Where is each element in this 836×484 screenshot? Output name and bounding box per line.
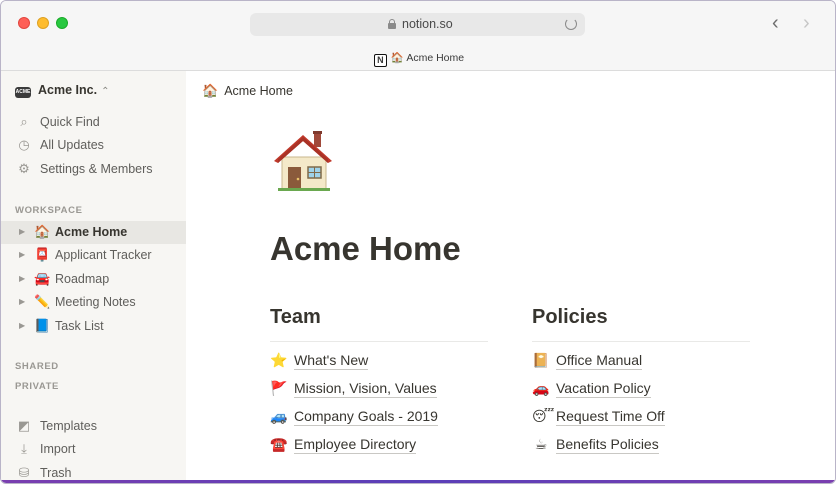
clock-icon: ◷ [18, 137, 30, 152]
sidebar-item-templates[interactable]: ◩ Templates [1, 415, 186, 438]
team-heading: Team [270, 306, 321, 328]
link-label: Company Goals - 2019 [294, 408, 438, 426]
expand-triangle-icon[interactable]: ▶ [19, 227, 25, 236]
link-benefits-policies[interactable]: ☕ Benefits Policies [532, 436, 659, 458]
workspace-name: Acme Inc. [38, 83, 98, 97]
download-icon: ⤓ [21, 441, 27, 456]
private-heading: PRIVATE [15, 381, 59, 392]
address-bar[interactable]: notion.so [250, 13, 585, 36]
sidebar-page-label: Roadmap [55, 272, 110, 286]
sidebar-item-label: All Updates [40, 138, 104, 152]
telephone-icon: ☎️ [270, 436, 288, 452]
house-icon: 🏠 [34, 224, 51, 239]
sidebar-page-roadmap[interactable]: ▶ 🚘 Roadmap [1, 268, 186, 291]
link-label: Benefits Policies [556, 436, 659, 454]
zoom-window-button[interactable] [56, 17, 68, 29]
sidebar-item-label: Templates [40, 419, 97, 433]
sidebar-item-label: Quick Find [40, 115, 100, 129]
sidebar-item-trash[interactable]: ⛁ Trash [1, 462, 186, 483]
link-vacation-policy[interactable]: 🚗 Vacation Policy [532, 380, 651, 402]
sidebar-item-quick-find[interactable]: ⌕ Quick Find [1, 111, 186, 134]
link-label: Vacation Policy [556, 380, 651, 398]
tab-title: Acme Home [406, 52, 465, 64]
policies-heading: Policies [532, 306, 608, 328]
link-label: What's New [294, 352, 369, 370]
sidebar-page-label: Applicant Tracker [55, 248, 152, 262]
policies-divider [532, 341, 750, 342]
link-company-goals[interactable]: 🚙 Company Goals - 2019 [270, 408, 438, 430]
sidebar-page-label: Acme Home [55, 225, 128, 239]
link-mission-vision-values[interactable]: 🚩 Mission, Vision, Values [270, 380, 437, 402]
link-label: Request Time Off [556, 408, 665, 426]
expand-triangle-icon[interactable]: ▶ [19, 250, 25, 259]
link-label: Mission, Vision, Values [294, 380, 437, 398]
link-office-manual[interactable]: 📔 Office Manual [532, 352, 643, 374]
car-icon: 🚗 [532, 380, 550, 396]
sidebar-page-applicant-tracker[interactable]: ▶ 📮 Applicant Tracker [1, 244, 186, 267]
acme-logo-icon: ACME [15, 87, 31, 98]
page-content: 🏠 Acme Home Acme Home Team ⭐ What's New 🚩 M… [186, 71, 835, 483]
star-icon: ⭐ [270, 352, 288, 368]
team-divider [270, 341, 488, 342]
minimize-window-button[interactable] [37, 17, 49, 29]
browser-window: notion.so ‹ › N 🏠 Acme Home ACME Acme Inc.… [0, 0, 836, 484]
expand-triangle-icon[interactable]: ▶ [19, 321, 25, 330]
workspace-heading: WORKSPACE [15, 205, 83, 216]
link-whats-new[interactable]: ⭐ What's New [270, 352, 369, 374]
house-icon: 🏠 [202, 83, 219, 98]
title-bar: notion.so ‹ › N 🏠 Acme Home [1, 1, 835, 71]
page-title[interactable]: Acme Home [270, 230, 461, 268]
tab-emoji: 🏠 [390, 52, 404, 64]
lock-icon [388, 19, 396, 29]
shared-heading: SHARED [15, 361, 59, 372]
sleeping-face-icon: 😴 [532, 408, 555, 424]
expand-triangle-icon[interactable]: ▶ [19, 297, 25, 306]
sidebar-item-import[interactable]: ⤓ Import [1, 438, 186, 461]
trash-icon: ⛁ [18, 465, 30, 480]
link-request-time-off[interactable]: 😴 Request Time Off [532, 408, 665, 430]
templates-icon: ◩ [17, 418, 31, 433]
gear-icon: ⚙ [18, 161, 30, 176]
notebook-icon: 📔 [532, 352, 550, 368]
sidebar-page-acme-home[interactable]: ▶ 🏠 Acme Home [1, 221, 186, 244]
link-employee-directory[interactable]: ☎️ Employee Directory [270, 436, 417, 458]
tab-acme-home[interactable]: N 🏠 Acme Home [1, 51, 835, 67]
back-arrow-icon[interactable]: ‹ [772, 13, 779, 33]
search-icon: ⌕ [20, 114, 28, 129]
flag-icon: 🚩 [270, 380, 288, 396]
sidebar-item-settings-members[interactable]: ⚙ Settings & Members [1, 158, 186, 181]
sidebar-page-meeting-notes[interactable]: ▶ ✏️ Meeting Notes [1, 291, 186, 314]
chevron-updown-icon: ⌃ [101, 86, 110, 97]
expand-triangle-icon[interactable]: ▶ [19, 274, 25, 283]
coffee-icon: ☕ [534, 436, 548, 452]
sidebar-item-all-updates[interactable]: ◷ All Updates [1, 134, 186, 157]
house-icon[interactable] [270, 127, 336, 193]
car-icon: 🚘 [34, 271, 51, 286]
pencil-icon: ✏️ [34, 294, 51, 309]
book-icon: 📘 [34, 318, 51, 333]
postbox-icon: 📮 [34, 247, 51, 262]
sidebar-item-label: Import [40, 442, 76, 456]
url-text: notion.so [402, 17, 453, 31]
notion-logo-icon: N [373, 54, 387, 67]
car-icon: 🚙 [270, 408, 288, 424]
sidebar-item-label: Settings & Members [40, 162, 153, 176]
sidebar-page-label: Meeting Notes [55, 295, 136, 309]
sidebar-page-label: Task List [55, 319, 104, 333]
forward-arrow-icon[interactable]: › [803, 13, 810, 33]
link-label: Employee Directory [294, 436, 417, 454]
sidebar-item-label: Trash [40, 466, 72, 480]
close-window-button[interactable] [18, 17, 30, 29]
sidebar-page-task-list[interactable]: ▶ 📘 Task List [1, 315, 186, 338]
workspace-switcher[interactable]: ACME Acme Inc. ⌃ [15, 83, 109, 98]
breadcrumb-label: Acme Home [224, 84, 293, 98]
link-label: Office Manual [556, 352, 643, 370]
breadcrumb[interactable]: 🏠 Acme Home [202, 83, 293, 99]
reload-icon[interactable] [565, 18, 577, 30]
sidebar: ACME Acme Inc. ⌃ ⌕ Quick Find ◷ All Update… [1, 71, 186, 483]
